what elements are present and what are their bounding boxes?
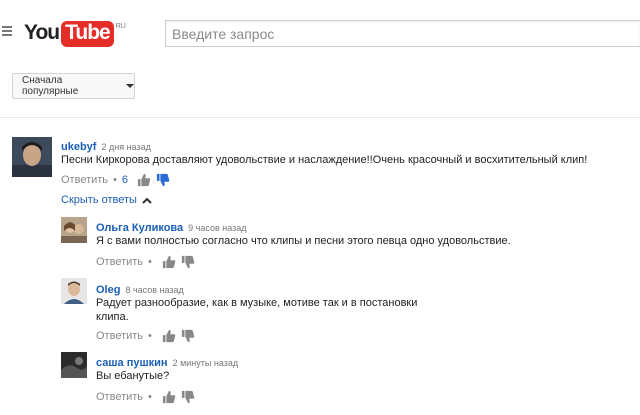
separator-dot: • (148, 256, 152, 268)
thumb-down-icon[interactable] (156, 173, 170, 187)
thumb-down-icon[interactable] (181, 390, 195, 404)
reply-text: Вы ебанутые? (96, 370, 170, 382)
separator-dot: • (113, 174, 117, 186)
reply-button[interactable]: Ответить (96, 330, 143, 342)
avatar[interactable] (61, 352, 87, 378)
hide-replies-label: Скрыть ответы (61, 194, 137, 206)
comment-actions: Ответить • 6 (61, 173, 175, 187)
reply-author[interactable]: саша пушкин (96, 357, 168, 369)
comment-text: Песни Киркорова доставляют удовольствие … (61, 154, 588, 166)
logo-tube-text: Tube (61, 21, 114, 47)
thumb-down-icon[interactable] (181, 329, 195, 343)
avatar[interactable] (61, 217, 87, 243)
thumb-up-icon[interactable] (162, 255, 176, 269)
reply-time[interactable]: 8 часов назад (125, 285, 183, 295)
like-count: 6 (121, 174, 129, 186)
hide-replies-button[interactable]: Скрыть ответы (61, 194, 152, 206)
masthead: You Tube RU (0, 0, 640, 64)
reply-time[interactable]: 2 минуты назад (173, 358, 239, 368)
reply-text-line-2: клипа. (96, 311, 129, 323)
sort-dropdown[interactable]: Сначала популярные (12, 73, 135, 99)
sort-label: Сначала популярные (22, 75, 79, 97)
reply-actions: Ответить • (96, 390, 200, 404)
reply-time[interactable]: 9 часов назад (188, 223, 246, 233)
separator-dot: • (148, 391, 152, 403)
reply-actions: Ответить • (96, 255, 200, 269)
reply-button[interactable]: Ответить (96, 256, 143, 268)
comment-author[interactable]: ukebyf (61, 141, 96, 153)
reply-author[interactable]: Ольга Куликова (96, 222, 183, 234)
reply-button[interactable]: Ответить (61, 174, 108, 186)
logo-you-text: You (24, 21, 60, 44)
thumb-up-icon[interactable] (137, 173, 151, 187)
logo-region: RU (115, 23, 126, 30)
search-input[interactable] (166, 21, 640, 46)
separator-dot: • (148, 330, 152, 342)
thumb-up-icon[interactable] (162, 390, 176, 404)
avatar[interactable] (61, 278, 87, 304)
caret-down-icon (126, 84, 134, 88)
youtube-logo[interactable]: You Tube RU (24, 21, 126, 47)
comment-time[interactable]: 2 дня назад (101, 142, 150, 152)
search-box (165, 20, 640, 47)
thumb-down-icon[interactable] (181, 255, 195, 269)
avatar[interactable] (12, 137, 52, 177)
reply-button[interactable]: Ответить (96, 391, 143, 403)
reply-text: Я с вами полностью согласно что клипы и … (96, 235, 511, 247)
thumb-up-icon[interactable] (162, 329, 176, 343)
menu-icon[interactable] (2, 26, 12, 38)
reply-author[interactable]: Oleg (96, 284, 120, 296)
chevron-up-icon (142, 197, 152, 204)
divider (0, 117, 640, 118)
reply-text-line-1: Радует разнообразие, как в музыке, мотив… (96, 297, 418, 309)
reply-actions: Ответить • (96, 329, 200, 343)
